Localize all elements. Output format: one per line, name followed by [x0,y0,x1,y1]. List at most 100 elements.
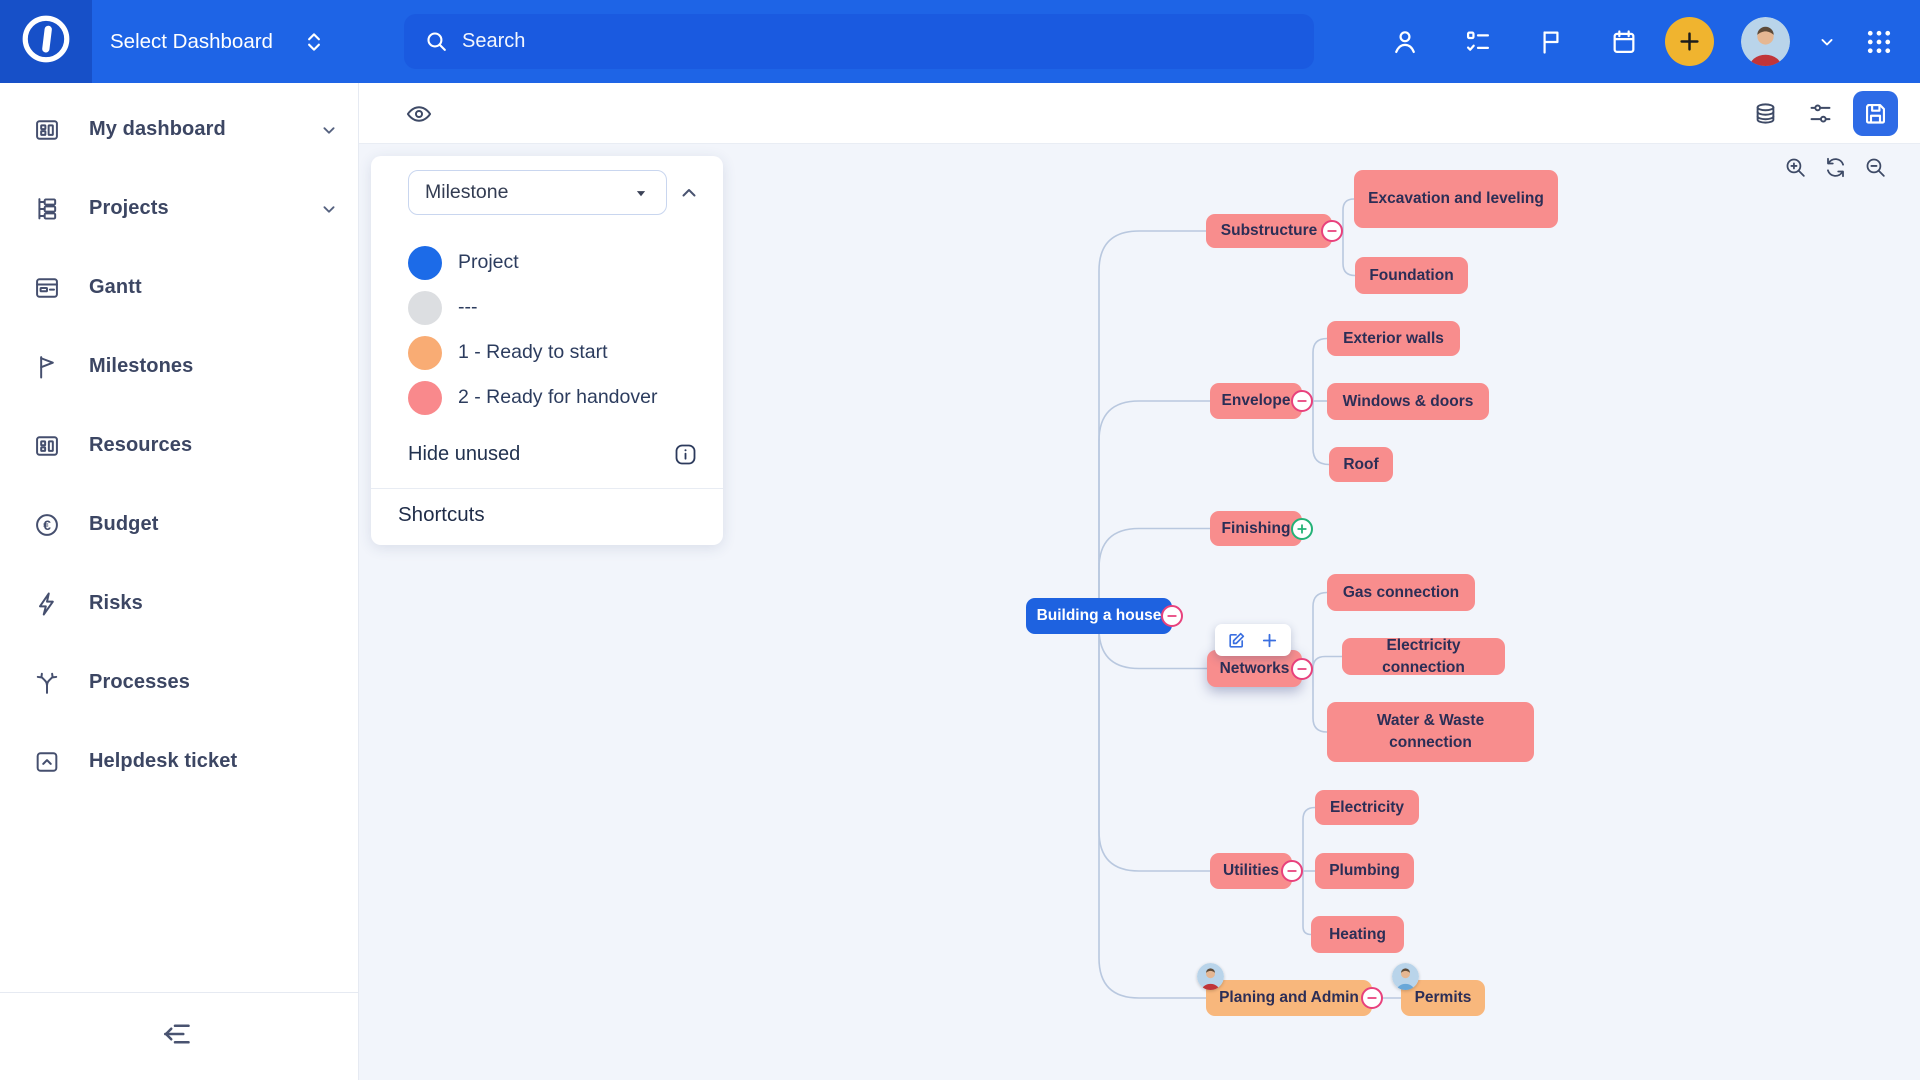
dashboard-icon [30,116,64,144]
sidebar-item-milestones[interactable]: Milestones [0,327,358,406]
collapse-minus-badge[interactable] [1361,987,1383,1009]
sidebar: My dashboard Projects Gantt Milestones Resou… [0,83,359,1080]
mindmap-edge [1303,871,1311,935]
mindmap-canvas[interactable]: Building a house Substructure Excavation a… [359,144,1920,1080]
user-icon[interactable] [1391,28,1419,56]
tasks-icon[interactable] [1464,28,1492,56]
helpdesk-icon [30,748,64,776]
expand-plus-badge[interactable] [1291,518,1313,540]
legend-collapse-chevron-up-icon[interactable] [677,181,701,205]
info-icon[interactable] [672,441,699,468]
sidebar-collapse-icon[interactable] [160,1016,196,1057]
search-input[interactable] [462,30,1294,53]
mindmap-node-heating[interactable]: Heating [1311,916,1404,953]
mindmap-node-envelope[interactable]: Envelope [1210,383,1302,419]
sidebar-item-helpdesk-ticket[interactable]: Helpdesk ticket [0,722,358,801]
sidebar-item-label: Processes [89,671,340,694]
sidebar-item-label: Milestones [89,355,340,378]
app-logo[interactable] [0,0,92,83]
mindmap-edge [1343,231,1355,276]
zoom-in-icon[interactable] [1783,155,1808,180]
save-button[interactable] [1853,91,1898,136]
mindmap-node-finishing[interactable]: Finishing [1210,511,1302,546]
eye-icon[interactable] [405,100,433,133]
collapse-minus-badge[interactable] [1291,390,1313,412]
processes-icon [30,669,64,697]
mindmap-node-planing-and-admin[interactable]: Planing and Admin [1206,980,1372,1016]
sidebar-item-label: My dashboard [89,118,318,141]
mindmap-node-utilities[interactable]: Utilities [1210,853,1292,889]
edit-button[interactable] [1226,630,1247,651]
milestone-select[interactable]: Milestone [408,170,667,215]
assignee-avatar [1197,963,1224,990]
node-hover-toolbar [1215,624,1291,656]
mindmap-edge [1099,616,1206,998]
collapse-minus-badge[interactable] [1161,605,1183,627]
hide-unused-row[interactable]: Hide unused [408,432,699,476]
legend-color-dot [408,381,442,415]
flag-icon[interactable] [1537,28,1565,56]
mindmap-node-networks[interactable]: Networks [1207,650,1302,687]
add-button[interactable] [1259,630,1280,651]
hide-unused-label: Hide unused [408,443,520,466]
mindmap-node-electricity-connection[interactable]: Electricity connection [1342,638,1505,675]
caret-down-icon [630,182,652,204]
sidebar-item-my-dashboard[interactable]: My dashboard [0,90,358,169]
mindmap-node-label: Envelope [1222,390,1291,412]
collapse-minus-badge[interactable] [1281,860,1303,882]
plus-icon [1676,28,1703,55]
mindmap-node-label: Excavation and leveling [1368,188,1544,210]
sidebar-item-label: Helpdesk ticket [89,750,340,773]
collapse-minus-badge[interactable] [1321,220,1343,242]
mindmap-node-label: Utilities [1223,860,1279,882]
mindmap-edge [1313,657,1342,669]
gantt-icon [30,274,64,302]
sidebar-item-processes[interactable]: Processes [0,643,358,722]
mindmap-node-water-waste-connection[interactable]: Water & Waste connection [1327,702,1534,762]
mindmap-node-label: Plumbing [1329,860,1400,882]
canvas-toolbar [359,83,1920,144]
shortcuts-row[interactable]: Shortcuts [371,489,723,543]
sidebar-item-label: Projects [89,197,318,220]
sidebar-item-resources[interactable]: Resources [0,406,358,485]
legend-item: --- [408,285,723,330]
mindmap-node-electricity[interactable]: Electricity [1315,790,1419,825]
mindmap-node-label: Windows & doors [1343,391,1474,413]
mindmap-node-exterior-walls[interactable]: Exterior walls [1327,321,1460,356]
risk-bolt-icon [30,590,64,618]
refresh-icon[interactable] [1823,155,1848,180]
user-avatar[interactable] [1741,17,1790,66]
layers-stack-icon[interactable] [1743,91,1788,136]
sidebar-item-budget[interactable]: €Budget [0,485,358,564]
collapse-minus-badge[interactable] [1291,658,1313,680]
filter-sliders-icon[interactable] [1798,91,1843,136]
add-button[interactable] [1665,17,1714,66]
dashboard-selector[interactable]: Select Dashboard [110,0,327,83]
mindmap-edge [1099,231,1206,616]
sidebar-item-gantt[interactable]: Gantt [0,248,358,327]
legend-header: Milestone [371,156,723,215]
search-bar[interactable] [404,14,1314,69]
zoom-out-icon[interactable] [1863,155,1888,180]
mindmap-node-label: Heating [1329,924,1386,946]
mindmap-node-plumbing[interactable]: Plumbing [1315,853,1414,889]
mindmap-node-substructure[interactable]: Substructure [1206,214,1332,248]
mindmap-node-windows-doors[interactable]: Windows & doors [1327,383,1489,420]
apps-grid-icon[interactable] [1864,27,1894,57]
mindmap-node-gas-connection[interactable]: Gas connection [1327,574,1475,611]
mindmap-node-excavation-and-leveling[interactable]: Excavation and leveling [1354,170,1558,228]
legend-item-label: --- [458,296,477,319]
mindmap-node-foundation[interactable]: Foundation [1355,257,1468,294]
mindmap-edge [1313,339,1327,402]
mindmap-node-roof[interactable]: Roof [1329,447,1393,482]
chevron-down-icon[interactable] [1817,32,1837,52]
mindmap-node-permits[interactable]: Permits [1401,980,1485,1016]
calendar-icon[interactable] [1610,28,1638,56]
chevron-down-icon[interactable] [318,198,340,220]
mindmap-node-label: Foundation [1369,265,1453,287]
chevron-down-icon[interactable] [318,119,340,141]
legend-item-label: Project [458,251,519,274]
sidebar-item-projects[interactable]: Projects [0,169,358,248]
sidebar-item-risks[interactable]: Risks [0,564,358,643]
mindmap-node-building-a-house[interactable]: Building a house [1026,598,1172,634]
